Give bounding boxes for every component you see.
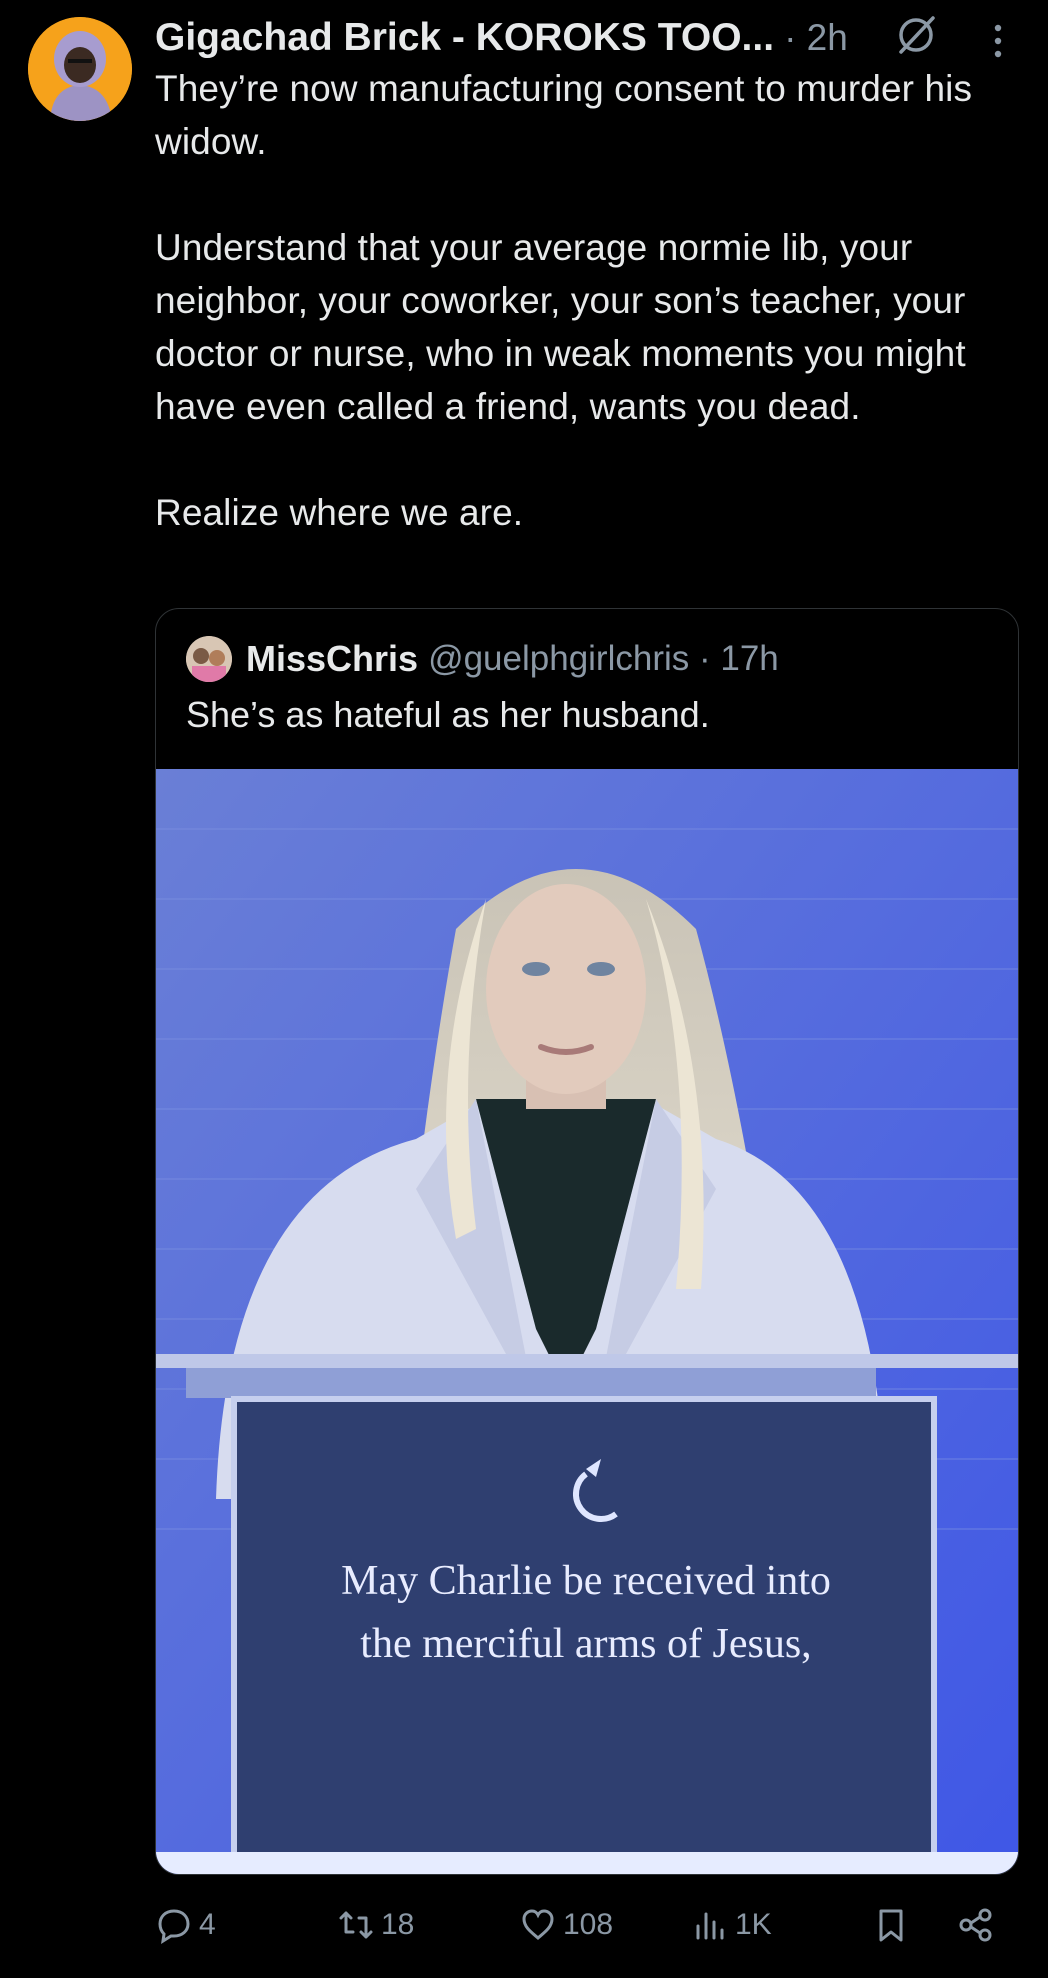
quoted-author-avatar[interactable] — [186, 636, 232, 682]
image-scene: May Charlie be received into the mercifu… — [156, 769, 1018, 1874]
views-button[interactable]: 1K — [691, 1900, 772, 1950]
reply-icon — [158, 1909, 190, 1944]
quoted-post[interactable]: MissChris @guelphgirlchris · 17h She’s a… — [155, 608, 1019, 1875]
post-action-bar: 4 18 108 1K — [155, 1900, 1005, 1950]
podium-text-line1: May Charlie be received into — [341, 1558, 831, 1604]
more-icon[interactable] — [985, 18, 1011, 64]
bookmark-icon — [879, 1909, 903, 1942]
grok-icon[interactable] — [893, 12, 939, 58]
quoted-post-header: MissChris @guelphgirlchris · 17h — [186, 634, 779, 684]
quoted-post-image[interactable]: May Charlie be received into the mercifu… — [156, 769, 1018, 1874]
author-avatar[interactable] — [28, 17, 132, 121]
podium-text-line2: the merciful arms of Jesus, — [360, 1621, 811, 1667]
repost-icon — [339, 1911, 373, 1939]
like-button[interactable]: 108 — [519, 1900, 613, 1950]
like-icon — [522, 1909, 554, 1940]
quoted-post-text: She’s as hateful as her husband. — [186, 694, 710, 735]
views-icon — [696, 1912, 724, 1940]
quoted-author-handle-time[interactable]: @guelphgirlchris · 17h — [428, 639, 779, 679]
post-time[interactable]: · 2h — [784, 17, 848, 59]
quoted-author-name[interactable]: MissChris — [246, 638, 418, 680]
author-name[interactable]: Gigachad Brick - KOROKS TOO... — [155, 16, 774, 60]
share-icon — [959, 1908, 992, 1942]
repost-button[interactable]: 18 — [337, 1900, 414, 1950]
like-count: 108 — [563, 1908, 614, 1941]
bookmark-button[interactable] — [872, 1900, 916, 1950]
share-button[interactable] — [957, 1900, 1001, 1950]
reply-count: 4 — [199, 1908, 216, 1941]
repost-count: 18 — [381, 1908, 415, 1941]
post-text: They’re now manufacturing consent to mur… — [155, 68, 973, 533]
avatar-illustration — [28, 17, 132, 121]
views-count: 1K — [735, 1908, 772, 1941]
reply-button[interactable]: 4 — [155, 1900, 216, 1950]
